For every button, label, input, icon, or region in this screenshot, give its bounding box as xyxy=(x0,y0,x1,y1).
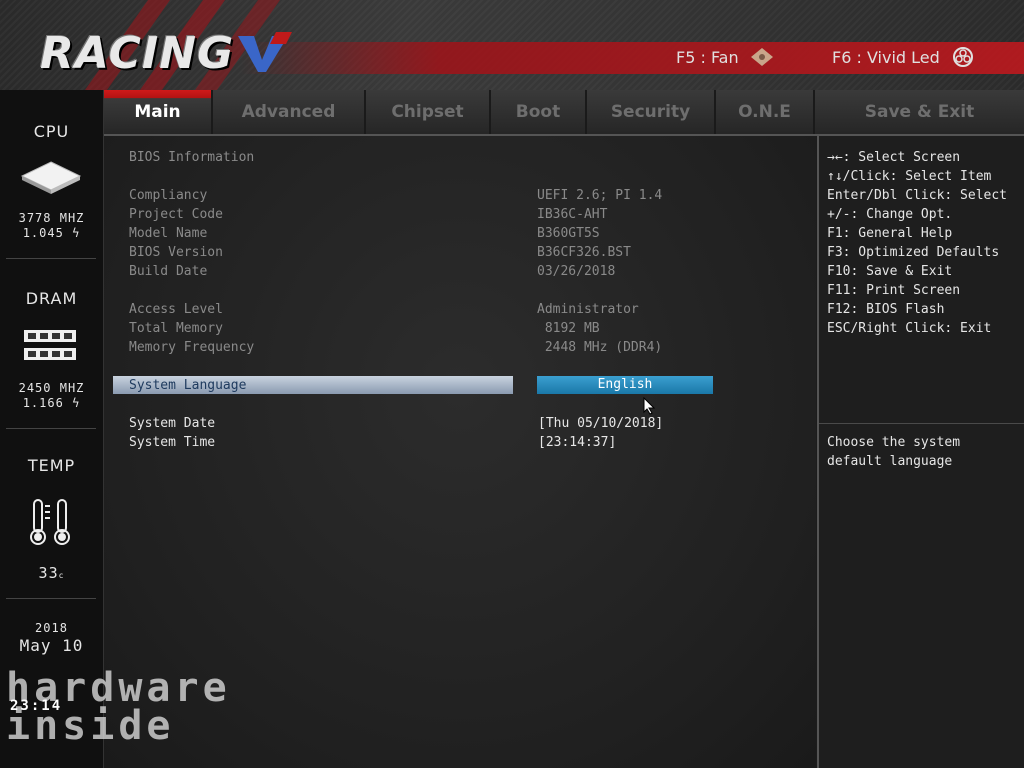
racing-logo: RACING xyxy=(40,28,235,79)
sidebar-divider xyxy=(6,258,96,259)
vivid-led-hotkey-button[interactable]: F6 : Vivid Led xyxy=(832,46,976,68)
temp-unit: c xyxy=(58,571,65,580)
dram-voltage: 1.166 ϟ xyxy=(0,396,103,410)
info-value: 03/26/2018 xyxy=(537,264,616,279)
cpu-label: CPU xyxy=(33,122,70,141)
tab-advanced[interactable]: Advanced xyxy=(213,90,366,134)
help-description: default language xyxy=(827,454,953,469)
info-value: Administrator xyxy=(537,302,639,317)
thermometer-icon xyxy=(30,499,70,545)
cpu-frequency: 3778 MHZ xyxy=(18,211,85,225)
voltage-bolt-icon: ϟ xyxy=(72,226,81,240)
info-value: B36CF326.BST xyxy=(537,245,631,260)
section-title: BIOS Information xyxy=(129,150,255,165)
info-value: 2448 MHz (DDR4) xyxy=(537,340,663,355)
help-key: F3: Optimized Defaults xyxy=(827,245,1000,260)
system-date-label: System Date xyxy=(129,416,216,431)
help-key: F10: Save & Exit xyxy=(827,264,953,279)
sidebar-clock: 23:14 xyxy=(10,698,63,714)
info-label: BIOS Version xyxy=(129,245,223,260)
tab-security[interactable]: Security xyxy=(587,90,716,134)
date-month-day: May 10 xyxy=(19,636,84,655)
voltage-bolt-icon: ϟ xyxy=(72,396,81,410)
tab-bar: Main Advanced Chipset Boot Security O.N.… xyxy=(104,90,1024,136)
tab-boot[interactable]: Boot xyxy=(491,90,587,134)
info-label: Memory Frequency xyxy=(129,340,255,355)
system-date-field[interactable]: [Thu 05/10/2018] xyxy=(538,416,663,431)
info-label: Compliancy xyxy=(129,188,208,203)
memory-module-icon xyxy=(24,330,76,360)
tab-main[interactable]: Main xyxy=(104,90,213,134)
help-divider xyxy=(819,423,1024,424)
dram-frequency: 2450 MHZ xyxy=(18,381,85,395)
system-time-label: System Time xyxy=(129,435,216,450)
help-key: ↑↓/Click: Select Item xyxy=(827,169,992,184)
tab-chipset[interactable]: Chipset xyxy=(366,90,491,134)
tab-save-exit[interactable]: Save & Exit xyxy=(815,90,1024,134)
cpu-chip-icon xyxy=(20,161,82,194)
cpu-voltage: 1.045 ϟ xyxy=(0,226,103,240)
fan-hotkey-button[interactable]: F5 : Fan xyxy=(676,46,775,68)
help-key: →←: Select Screen xyxy=(827,150,961,165)
temp-value: 33 xyxy=(38,564,59,582)
help-key: F1: General Help xyxy=(827,226,953,241)
help-key: F11: Print Screen xyxy=(827,283,961,298)
bios-header: RACING F5 : Fan F6 : Vivid Led xyxy=(0,0,1024,90)
cpu-voltage-value: 1.045 xyxy=(22,226,64,240)
sidebar-divider xyxy=(6,428,96,429)
system-language-select[interactable]: English xyxy=(537,376,713,394)
info-label: Model Name xyxy=(129,226,208,241)
info-label: Total Memory xyxy=(129,321,223,336)
fan-hotkey-label: F5 : Fan xyxy=(676,47,739,67)
date-year: 2018 xyxy=(35,621,68,635)
info-value: 8192 MB xyxy=(537,321,600,336)
info-label: Build Date xyxy=(129,264,208,279)
info-value: B360GT5S xyxy=(537,226,600,241)
tab-one[interactable]: O.N.E xyxy=(716,90,815,134)
sidebar-divider xyxy=(6,598,96,599)
info-label: Project Code xyxy=(129,207,223,222)
system-time-field[interactable]: [23:14:37] xyxy=(538,435,616,450)
info-value: UEFI 2.6; PI 1.4 xyxy=(537,188,663,203)
help-key: F12: BIOS Flash xyxy=(827,302,945,317)
racing-logo-mark-icon xyxy=(238,32,292,72)
help-panel: →←: Select Screen ↑↓/Click: Select Item … xyxy=(817,136,1024,768)
temp-label: TEMP xyxy=(27,456,76,475)
vivid-led-hotkey-label: F6 : Vivid Led xyxy=(832,47,940,67)
mouse-cursor-icon xyxy=(643,397,655,415)
led-icon xyxy=(952,47,973,67)
system-language-label: System Language xyxy=(129,378,247,393)
help-key: Enter/Dbl Click: Select xyxy=(827,188,1008,203)
info-value: IB36C-AHT xyxy=(537,207,608,222)
help-key: +/-: Change Opt. xyxy=(827,207,953,222)
help-description: Choose the system xyxy=(827,435,961,450)
dram-label: DRAM xyxy=(25,289,78,308)
fan-icon xyxy=(750,48,773,66)
dram-voltage-value: 1.166 xyxy=(22,396,64,410)
info-label: Access Level xyxy=(129,302,223,317)
help-key: ESC/Right Click: Exit xyxy=(827,321,992,336)
temp-reading: 33c xyxy=(0,564,103,582)
